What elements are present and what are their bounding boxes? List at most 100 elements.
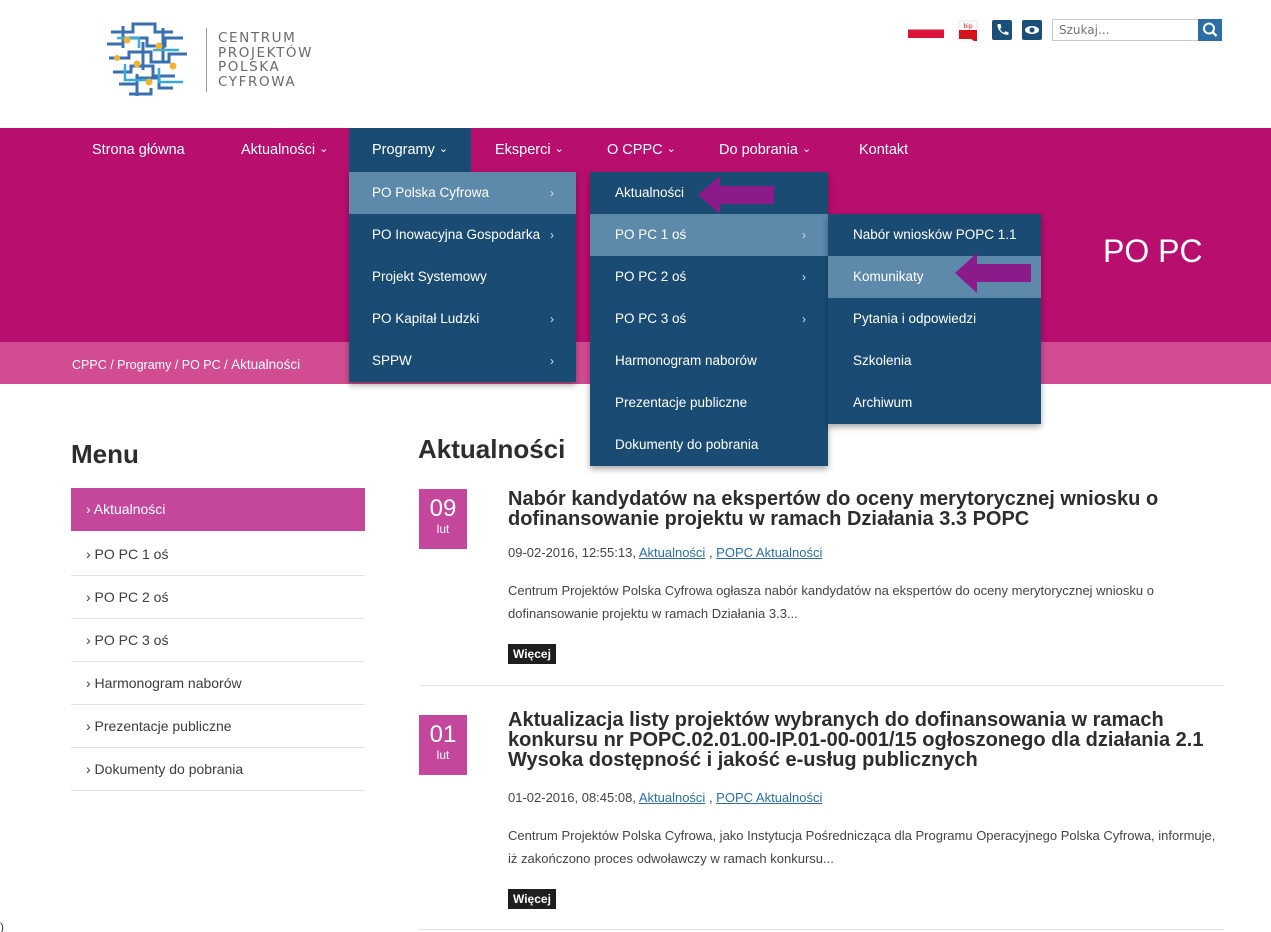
phone-icon[interactable]	[992, 20, 1012, 40]
menu-item-label: Dokumenty do pobrania	[615, 437, 759, 452]
category-sep: ,	[705, 545, 717, 560]
menu-item-dokumenty[interactable]: Dokumenty do pobrania	[590, 424, 828, 466]
menu-item-popc-1[interactable]: PO PC 1 oś ›	[590, 214, 828, 256]
left-arrow-icon	[698, 176, 774, 214]
logo-line: PROJEKTÓW	[218, 44, 314, 61]
nav-item-home[interactable]: Strona główna	[92, 128, 185, 172]
chevron-down-icon: ⌄	[666, 143, 676, 155]
menu-item-label: Komunikaty	[853, 269, 924, 284]
article-title[interactable]: Aktualizacja listy projektów wybranych d…	[508, 710, 1228, 770]
bip-icon[interactable]: bip	[957, 19, 979, 41]
menu-item-po-ig[interactable]: PO Inowacyjna Gospodarka ›	[349, 214, 576, 256]
page-title: Aktualności	[418, 434, 566, 464]
nav-item-experts[interactable]: Eksperci ⌄	[495, 128, 564, 172]
date-day: 01	[429, 721, 457, 748]
article-meta: 01-02-2016, 08:45:08, Aktualności , POPC…	[508, 790, 822, 805]
breadcrumb-sep: /	[106, 358, 118, 372]
menu-item-label: PO PC 1 oś	[615, 227, 687, 242]
chevron-down-icon: ⌄	[802, 143, 812, 155]
nav-item-about[interactable]: O CPPC ⌄	[607, 128, 676, 172]
menu-item-pytania[interactable]: Pytania i odpowiedzi	[828, 298, 1041, 340]
polish-flag-icon[interactable]	[908, 24, 944, 38]
chevron-right-icon: ›	[802, 312, 806, 326]
article-excerpt: Centrum Projektów Polska Cyfrowa ogłasza…	[508, 583, 1154, 621]
nav-label: Aktualności	[241, 142, 316, 158]
breadcrumb-popc[interactable]: PO PC	[182, 358, 221, 372]
breadcrumb-sep: /	[171, 358, 182, 372]
sidebar-title: Menu	[71, 439, 139, 469]
more-button[interactable]: Więcej	[508, 644, 556, 664]
programs-dropdown: PO Polska Cyfrowa › PO Inowacyjna Gospoda…	[349, 172, 576, 382]
search-button[interactable]	[1198, 19, 1222, 41]
article-datetime: 01-02-2016, 08:45:08,	[508, 790, 639, 805]
logo-divider	[206, 28, 207, 92]
menu-item-po-polska-cyfrowa[interactable]: PO Polska Cyfrowa ›	[349, 172, 576, 214]
logo-line: CENTRUM	[218, 30, 297, 46]
sidebar-item-aktualnosci[interactable]: › Aktualności	[71, 488, 365, 531]
sidebar-item-harmonogram[interactable]: › Harmonogram naborów	[71, 662, 365, 705]
breadcrumb-sep: /	[220, 358, 232, 372]
breadcrumb-current: Aktualności	[231, 357, 301, 372]
menu-item-po-kl[interactable]: PO Kapitał Ludzki ›	[349, 298, 576, 340]
sidebar-item-popc-3[interactable]: › PO PC 3 oś	[71, 619, 365, 662]
category-sep: ,	[705, 790, 717, 805]
menu-item-label: Projekt Systemowy	[372, 269, 487, 284]
chevron-down-icon: ⌄	[438, 143, 449, 155]
search-input[interactable]	[1052, 19, 1202, 41]
menu-item-harmonogram[interactable]: Harmonogram naborów	[590, 340, 828, 382]
logo-text[interactable]: CENTRUM PROJEKTÓW POLSKA CYFROWA	[218, 31, 313, 89]
menu-item-szkolenia[interactable]: Szkolenia	[828, 340, 1041, 382]
menu-item-nabor[interactable]: Nabór wniosków POPC 1.1	[828, 214, 1041, 256]
menu-item-archiwum[interactable]: Archiwum	[828, 382, 1041, 424]
chevron-right-icon: ›	[802, 270, 806, 284]
article-category-link[interactable]: POPC Aktualności	[716, 545, 822, 560]
menu-item-projekt-systemowy[interactable]: Projekt Systemowy	[349, 256, 576, 298]
nav-label: Programy	[372, 142, 435, 158]
article-category-link[interactable]: POPC Aktualności	[716, 790, 822, 805]
menu-item-label: Harmonogram naborów	[615, 353, 757, 368]
sidebar-item-popc-2[interactable]: › PO PC 2 oś	[71, 576, 365, 619]
section-title: PO PC	[1103, 233, 1203, 269]
date-month: lut	[436, 748, 450, 762]
breadcrumb-root[interactable]: CPPC	[72, 358, 107, 372]
chevron-right-icon: ›	[550, 354, 554, 368]
sidebar-item-prezentacje[interactable]: › Prezentacje publiczne	[71, 705, 365, 748]
menu-item-label: PO Inowacyjna Gospodarka	[372, 227, 541, 242]
sidebar-menu: › Aktualności › PO PC 1 oś › PO PC 2 oś …	[71, 488, 365, 791]
article-datetime: 09-02-2016, 12:55:13,	[508, 545, 639, 560]
article-category-link[interactable]: Aktualności	[639, 790, 705, 805]
chevron-right-icon: ›	[550, 186, 554, 200]
main-nav: Strona główna Aktualności ⌄ Programy ⌄ Eks…	[0, 128, 1271, 172]
nav-label: Do pobrania	[719, 142, 798, 158]
article-title[interactable]: Nabór kandydatów na ekspertów do oceny m…	[508, 489, 1228, 529]
left-arrow-icon	[955, 253, 1031, 293]
sidebar-item-popc-1[interactable]: › PO PC 1 oś	[71, 533, 365, 576]
logo-line: POLSKA	[218, 59, 281, 75]
axis1-dropdown: Nabór wniosków POPC 1.1 Komunikaty Pytan…	[828, 214, 1041, 424]
menu-item-label: Aktualności	[615, 185, 685, 200]
nav-item-downloads[interactable]: Do pobrania ⌄	[719, 128, 811, 172]
menu-item-popc-2[interactable]: PO PC 2 oś ›	[590, 256, 828, 298]
menu-item-popc-3[interactable]: PO PC 3 oś ›	[590, 298, 828, 340]
nav-item-contact[interactable]: Kontakt	[859, 128, 908, 172]
menu-item-label: Archiwum	[853, 395, 913, 410]
menu-item-sppw[interactable]: SPPW ›	[349, 340, 576, 382]
nav-item-programs[interactable]: Programy ⌄	[349, 128, 471, 172]
date-badge: 01 lut	[419, 715, 467, 775]
menu-item-prezentacje[interactable]: Prezentacje publiczne	[590, 382, 828, 424]
chevron-down-icon: ⌄	[319, 143, 329, 155]
menu-item-label: PO PC 2 oś	[615, 269, 687, 284]
chevron-right-icon: ›	[550, 312, 554, 326]
breadcrumb-programs[interactable]: Programy	[117, 358, 171, 372]
eye-icon[interactable]	[1022, 20, 1042, 40]
menu-item-label: PO PC 3 oś	[615, 311, 687, 326]
logo-icon[interactable]	[103, 18, 191, 100]
article-category-link[interactable]: Aktualności	[639, 545, 705, 560]
sidebar-item-dokumenty[interactable]: › Dokumenty do pobrania	[71, 748, 365, 791]
bip-label: bip	[963, 23, 972, 30]
more-button[interactable]: Więcej	[508, 889, 556, 909]
date-day: 09	[429, 495, 457, 522]
article-meta: 09-02-2016, 12:55:13, Aktualności , POPC…	[508, 545, 822, 560]
menu-item-label: Nabór wniosków POPC 1.1	[853, 227, 1017, 242]
nav-item-news[interactable]: Aktualności ⌄	[241, 128, 328, 172]
